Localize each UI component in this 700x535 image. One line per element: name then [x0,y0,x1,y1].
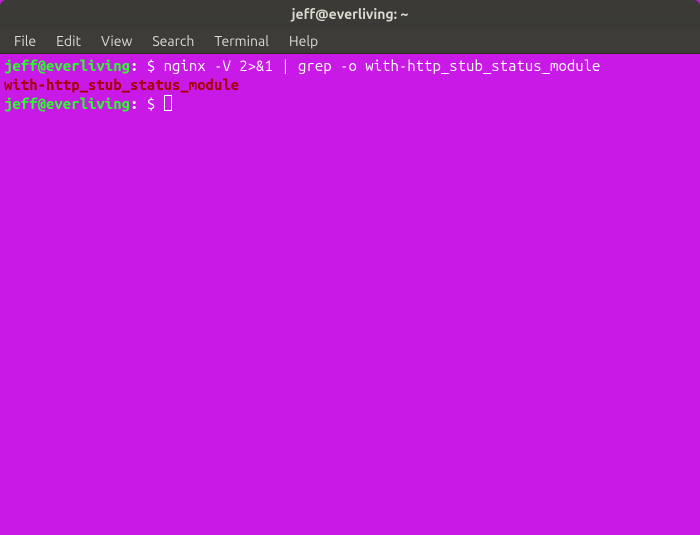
prompt-symbol: $ [147,57,164,74]
prompt-user-host: jeff@everliving [4,57,130,74]
terminal-output-area[interactable]: jeff@everliving: $ nginx -V 2>&1 | grep … [0,54,700,535]
window-title: jeff@everliving: ~ [292,6,409,22]
menu-view[interactable]: View [91,30,142,52]
window-titlebar: jeff@everliving: ~ [0,0,700,28]
terminal-cursor [164,95,172,111]
menu-terminal[interactable]: Terminal [204,30,279,52]
menu-file[interactable]: File [4,30,46,52]
prompt-symbol: $ [147,95,164,112]
menubar: File Edit View Search Terminal Help [0,28,700,54]
menu-edit[interactable]: Edit [46,30,91,52]
grep-match-output: with-http_stub_status_module [4,76,239,93]
prompt-path [138,95,146,112]
terminal-line: jeff@everliving: $ [4,94,696,113]
prompt-path [138,57,146,74]
menu-help[interactable]: Help [279,30,328,52]
terminal-line: jeff@everliving: $ nginx -V 2>&1 | grep … [4,56,696,75]
command-text: nginx -V 2>&1 | grep -o with-http_stub_s… [164,57,601,74]
menu-search[interactable]: Search [142,30,204,52]
terminal-line: with-http_stub_status_module [4,75,696,94]
prompt-user-host: jeff@everliving [4,95,130,112]
